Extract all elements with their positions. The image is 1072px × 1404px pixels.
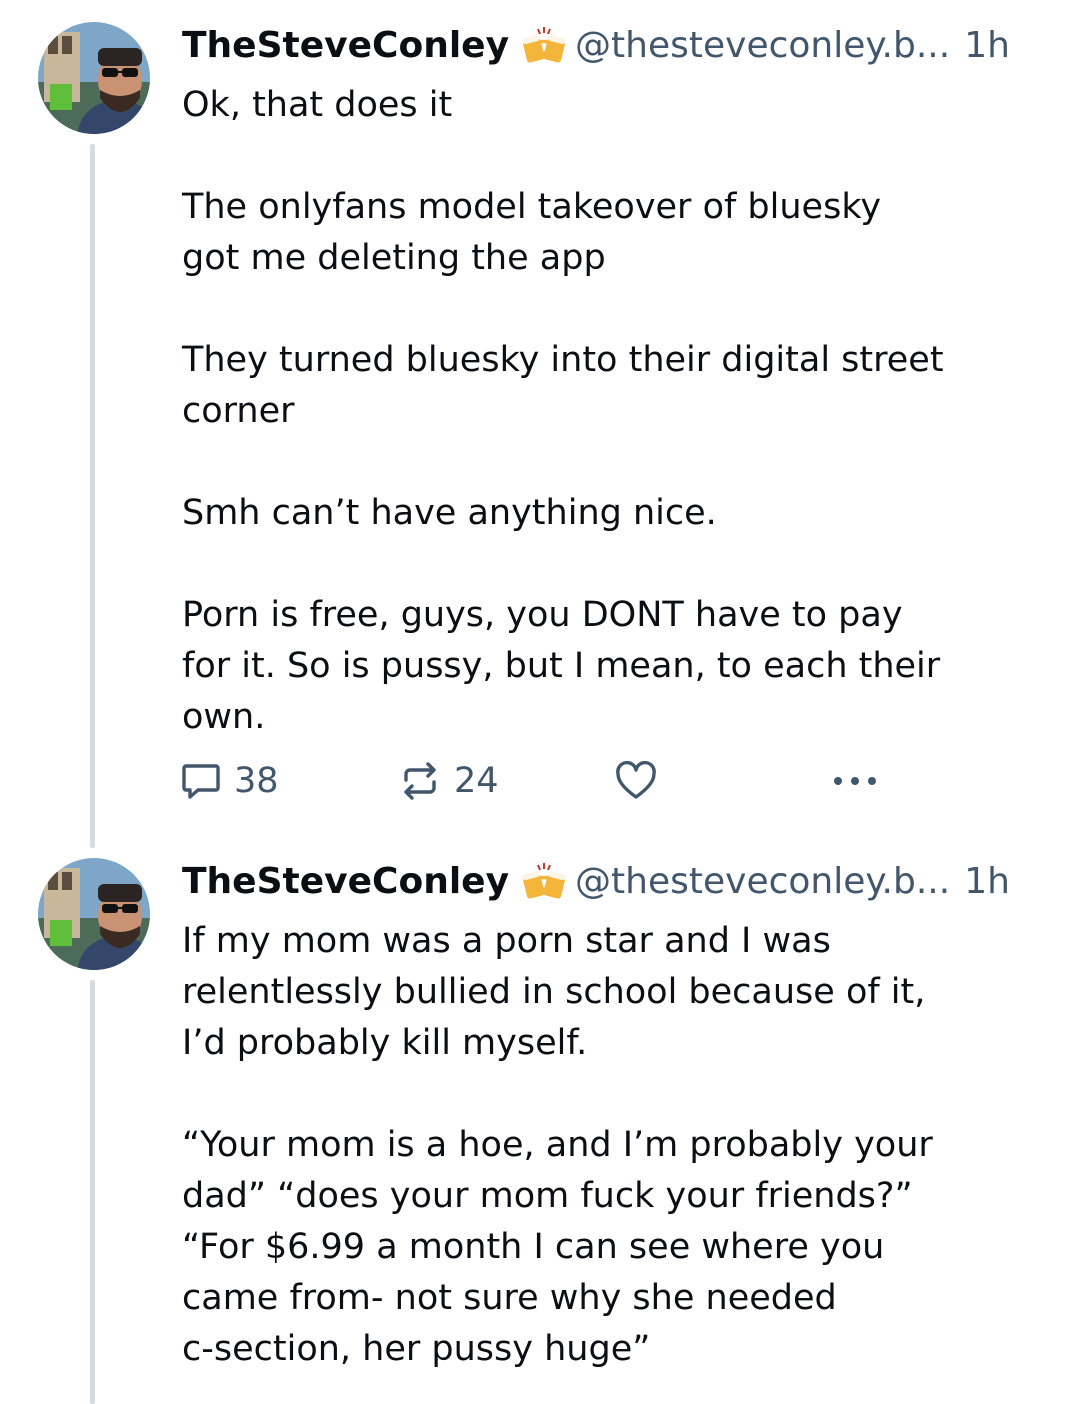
post-line: I’d probably kill myself. xyxy=(182,1023,588,1063)
repost-icon xyxy=(404,762,436,800)
post[interactable]: TheSteveConley @thesteveconley.b... 1h xyxy=(0,840,1072,1404)
post-line: The onlyfans model takeover of bluesky xyxy=(182,187,882,227)
post-line: came from- not sure why she needed xyxy=(182,1278,837,1318)
reply-icon xyxy=(182,764,220,799)
author-handle[interactable]: @thesteveconley.b... xyxy=(575,861,950,902)
post-line: “Your mom is a hoe, and I’m probably you… xyxy=(182,1125,933,1165)
post-line: “For $6.99 a month I can see where you xyxy=(182,1227,885,1267)
repost-button[interactable]: 24 xyxy=(398,756,499,806)
post-line: relentlessly bullied in school because o… xyxy=(182,972,926,1012)
repost-count: 24 xyxy=(454,761,499,801)
post-line: dad” “does your mom fuck your friends?” xyxy=(182,1176,913,1216)
post-text: If my mom was a porn star and I was rele… xyxy=(182,916,1032,1375)
post-line: got me deleting the app xyxy=(182,238,606,278)
post-timestamp[interactable]: 1h xyxy=(964,25,1010,66)
author-display-name[interactable]: TheSteveConley xyxy=(182,861,509,902)
post-line: They turned bluesky into their digital s… xyxy=(182,340,944,380)
post-line: c-section, her pussy huge” xyxy=(182,1329,651,1369)
post-line: Ok, that does it xyxy=(182,85,453,125)
reply-button[interactable]: 38 xyxy=(180,756,279,806)
more-options-icon xyxy=(834,777,876,785)
author-handle[interactable]: @thesteveconley.b... xyxy=(575,25,950,66)
post-text: Ok, that does it The onlyfans model take… xyxy=(182,80,1032,743)
post[interactable]: TheSteveConley @thesteveconley.b... 1h xyxy=(0,0,1072,850)
thread-line xyxy=(90,144,95,848)
thread-line xyxy=(90,980,95,1404)
post-line: Smh can’t have anything nice. xyxy=(182,493,717,533)
avatar[interactable] xyxy=(38,858,150,970)
author-display-name[interactable]: TheSteveConley xyxy=(182,25,509,66)
beer-mugs-icon xyxy=(519,861,569,901)
post-line: own. xyxy=(182,697,266,737)
post-line: corner xyxy=(182,391,295,431)
more-options-button[interactable] xyxy=(830,756,880,806)
like-button[interactable] xyxy=(614,756,658,806)
post-line: Porn is free, guys, you DONT have to pay xyxy=(182,595,903,635)
post-actions: 38 24 xyxy=(180,756,890,806)
avatar[interactable] xyxy=(38,22,150,134)
post-header: TheSteveConley @thesteveconley.b... 1h xyxy=(182,856,1038,906)
post-header: TheSteveConley @thesteveconley.b... 1h xyxy=(182,20,1038,70)
post-timestamp[interactable]: 1h xyxy=(964,861,1010,902)
heart-icon xyxy=(616,760,656,799)
post-line: for it. So is pussy, but I mean, to each… xyxy=(182,646,941,686)
post-line: If my mom was a porn star and I was xyxy=(182,921,831,961)
beer-mugs-icon xyxy=(519,25,569,65)
reply-count: 38 xyxy=(234,761,279,801)
